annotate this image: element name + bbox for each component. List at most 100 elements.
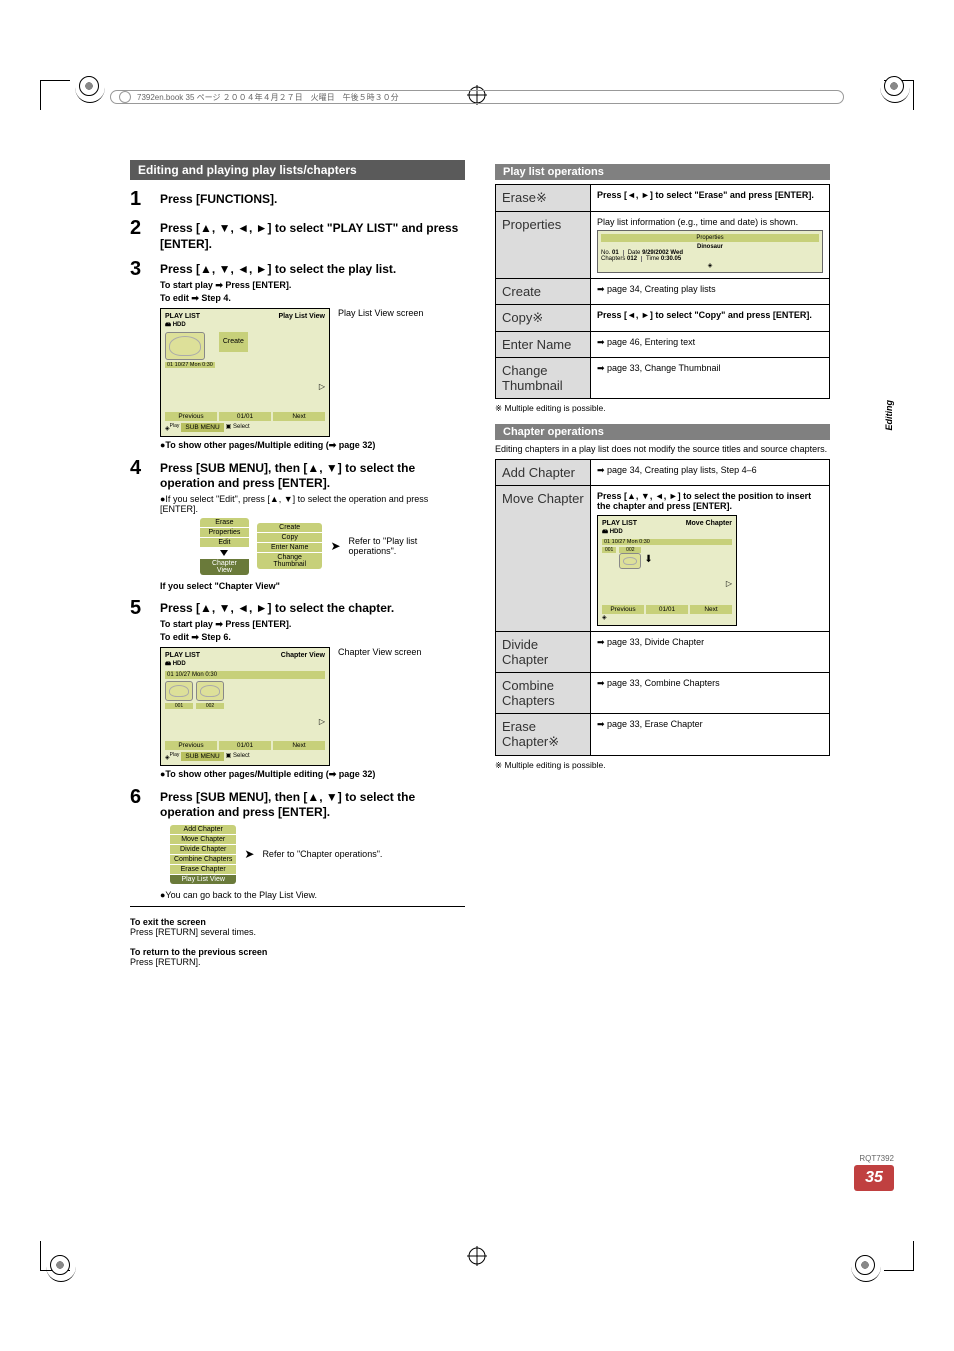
chapter-ops-title: Chapter operations xyxy=(495,424,830,440)
table-row: Add Chapter ➡ page 34, Creating play lis… xyxy=(496,460,830,486)
screen-title: PLAY LIST xyxy=(602,520,637,527)
scroll-arrow-icon: ▷ xyxy=(319,717,325,726)
page-indicator: 01/01 xyxy=(646,605,688,614)
center-mark xyxy=(467,1246,487,1266)
screen-mode: Play List View xyxy=(278,313,325,330)
step-1: 1 Press [FUNCTIONS]. xyxy=(130,188,465,211)
chapter-submenu: Add Chapter Move Chapter Divide Chapter … xyxy=(170,825,236,884)
menu-item: Combine Chapters xyxy=(170,855,236,864)
op-desc: Play list information (e.g., time and da… xyxy=(597,217,798,227)
exit-text: Press [RETURN] several times. xyxy=(130,927,256,937)
menu-item: Move Chapter xyxy=(170,835,236,844)
op-name: Create xyxy=(496,279,591,305)
if-chapter-view: If you select "Chapter View" xyxy=(160,581,465,591)
submenu-btn: SUB MENU xyxy=(181,752,223,761)
table-row: Divide Chapter ➡ page 33, Divide Chapter xyxy=(496,632,830,673)
op-name: Copy※ xyxy=(496,305,591,332)
step-number: 2 xyxy=(130,217,150,252)
play-label: Play xyxy=(170,752,180,758)
hdd-label: 🖴 HDD xyxy=(602,529,623,535)
reference-text: Refer to "Chapter operations". xyxy=(262,849,382,859)
document-code: RQT7392 xyxy=(854,1154,894,1163)
hdd-label: 🖴 HDD xyxy=(165,661,186,667)
arrow-down-icon xyxy=(220,550,228,556)
menu-item: Enter Name xyxy=(257,543,323,552)
menu-item: Erase Chapter xyxy=(170,865,236,874)
step-number: 6 xyxy=(130,786,150,900)
menu-item: Play List View xyxy=(170,875,236,884)
select-label: Select xyxy=(233,753,250,759)
play-label: Play xyxy=(170,423,180,429)
chapter-view-screen: PLAY LIST 🖴 HDD Chapter View 01 10/27 Mon… xyxy=(160,647,330,766)
prev-btn: Previous xyxy=(165,412,217,421)
playlist-ops-table: Erase※ Press [◄, ►] to select "Erase" an… xyxy=(495,184,830,399)
playlist-ops-title: Play list operations xyxy=(495,164,830,180)
step-title: Press [FUNCTIONS]. xyxy=(160,192,465,208)
table-row: Change Thumbnail ➡ page 33, Change Thumb… xyxy=(496,358,830,399)
return-heading: To return to the previous screen xyxy=(130,947,267,957)
field-label: Time xyxy=(646,256,659,262)
op-desc: ➡ page 33, Change Thumbnail xyxy=(591,358,830,399)
op-desc: Press [▲, ▼, ◄, ►] to select the positio… xyxy=(597,491,811,511)
scroll-arrow-icon: ▷ xyxy=(319,382,325,391)
prev-btn: Previous xyxy=(165,741,217,750)
prev-btn: Previous xyxy=(602,605,644,614)
field-value: 0:30.05 xyxy=(661,256,681,262)
panel-title: Properties xyxy=(601,234,819,242)
menu-item: Add Chapter xyxy=(170,825,236,834)
step-title: Press [▲, ▼, ◄, ►] to select "PLAY LIST"… xyxy=(160,221,465,252)
table-row: Enter Name ➡ page 46, Entering text xyxy=(496,332,830,358)
step-sub: To start play ➡ Press [ENTER]. xyxy=(160,280,465,291)
registration-mark xyxy=(855,1255,875,1275)
crop-mark xyxy=(884,1241,914,1271)
left-column: Editing and playing play lists/chapters … xyxy=(130,160,465,967)
item-caption: 01 10/27 Mon 0:30 xyxy=(165,671,325,679)
op-desc: ➡ page 34, Creating play lists, Step 4–6 xyxy=(591,460,830,486)
thumbnail xyxy=(619,553,641,569)
screen-mode: Move Chapter xyxy=(686,520,732,537)
registration-mark xyxy=(79,76,99,96)
properties-panel: Properties Dinosaur No. 01 Date 9/29/200… xyxy=(597,230,823,273)
op-name: Add Chapter xyxy=(496,460,591,486)
footnote: ※ Multiple editing is possible. xyxy=(495,760,830,771)
menu-item: Properties xyxy=(200,528,249,537)
step-note: ●If you select "Edit", press [▲, ▼] to s… xyxy=(160,494,465,514)
next-btn: Next xyxy=(273,412,325,421)
menu-item: Change Thumbnail xyxy=(257,553,323,569)
insert-arrow-icon: ⬇ xyxy=(644,554,652,565)
right-column: Play list operations Erase※ Press [◄, ►]… xyxy=(495,160,830,967)
menu-item: Erase xyxy=(200,518,249,527)
side-tab: Editing xyxy=(884,400,894,431)
op-name: Move Chapter xyxy=(496,486,591,632)
hdd-label: 🖴 HDD xyxy=(165,322,186,328)
exit-instructions: To exit the screen Press [RETURN] severa… xyxy=(130,917,465,937)
step-title: Press [▲, ▼, ◄, ►] to select the chapter… xyxy=(160,601,465,617)
screen-title: PLAY LIST xyxy=(165,313,200,320)
menu-item: Copy xyxy=(257,533,323,542)
table-row: Erase※ Press [◄, ►] to select "Erase" an… xyxy=(496,185,830,212)
table-row: Create ➡ page 34, Creating play lists xyxy=(496,279,830,305)
playlist-view-screen: PLAY LIST🖴 HDD Play List View 01 10/27 M… xyxy=(160,308,330,437)
menu-item: Chapter View xyxy=(200,559,249,575)
op-desc: Press [◄, ►] to select "Erase" and press… xyxy=(597,190,814,200)
step-number: 5 xyxy=(130,597,150,780)
chapter-num: 001 xyxy=(602,547,616,553)
arrow-right-icon: ➤ xyxy=(244,847,254,861)
thumbnail xyxy=(165,332,205,360)
screen-mode: Chapter View xyxy=(281,652,325,669)
next-btn: Next xyxy=(690,605,732,614)
step-number: 4 xyxy=(130,457,150,591)
step-5: 5 Press [▲, ▼, ◄, ►] to select the chapt… xyxy=(130,597,465,780)
step-title: Press [SUB MENU], then [▲, ▼] to select … xyxy=(160,461,465,492)
bullet-note: ●To show other pages/Multiple editing (➡… xyxy=(160,440,465,451)
page-indicator: 01/01 xyxy=(219,412,271,421)
step-sub: To edit ➡ Step 4. xyxy=(160,293,465,304)
create-tile: Create xyxy=(219,332,248,352)
op-desc: ➡ page 46, Entering text xyxy=(591,332,830,358)
thumbnail xyxy=(165,681,193,701)
page-indicator: 01/01 xyxy=(219,741,271,750)
scroll-arrow-icon: ▷ xyxy=(726,579,732,588)
op-desc: Press [◄, ►] to select "Copy" and press … xyxy=(597,310,812,320)
screen-title: PLAY LIST xyxy=(165,652,200,659)
table-row: Erase Chapter※ ➡ page 33, Erase Chapter xyxy=(496,714,830,756)
